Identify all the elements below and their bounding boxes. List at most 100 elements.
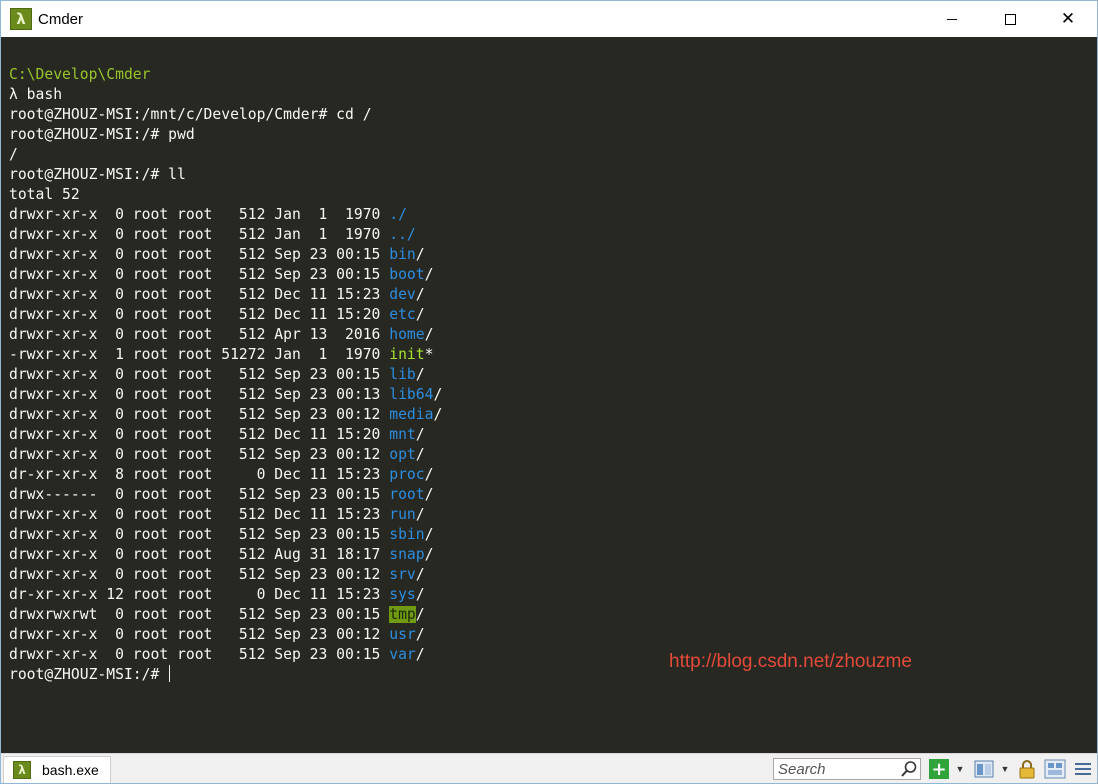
terminal-text: / xyxy=(424,526,434,543)
split-graphic xyxy=(974,760,994,778)
terminal-text: root@ZHOUZ-MSI:/# pwd xyxy=(9,126,195,143)
terminal-text: / xyxy=(415,286,425,303)
terminal-text: tmp xyxy=(389,606,416,623)
terminal-text: drwxr-xr-x 0 root root 512 Sep 23 00:12 xyxy=(9,406,390,423)
terminal-text: C:\Develop\Cmder xyxy=(9,66,151,83)
terminal-line: root@ZHOUZ-MSI:/# pwd xyxy=(9,125,442,145)
terminal-line: drwxr-xr-x 0 root root 512 Dec 11 15:20 … xyxy=(9,305,442,325)
terminal-text: snap xyxy=(389,546,425,563)
terminal-line: drwxr-xr-x 0 root root 512 Dec 11 15:23 … xyxy=(9,285,442,305)
terminal-line: drwxr-xr-x 0 root root 512 Sep 23 00:12 … xyxy=(9,625,442,645)
terminal-line: drwxr-xr-x 0 root root 512 Sep 23 00:12 … xyxy=(9,405,442,425)
terminal-text: dr-xr-xr-x 8 root root 0 Dec 11 15:23 xyxy=(9,466,390,483)
terminal-output[interactable]: C:\Develop\Cmder λ bash root@ZHOUZ-MSI:/mn… xyxy=(1,37,1097,753)
add-console-dropdown-icon[interactable]: ▼ xyxy=(951,759,969,779)
terminal-text: proc xyxy=(389,466,425,483)
terminal-text: ../ xyxy=(389,226,416,243)
terminal-text: / xyxy=(424,486,434,503)
terminal-text: / xyxy=(415,566,425,583)
terminal-text: root@ZHOUZ-MSI:/mnt/c/Develop/Cmder# cd … xyxy=(9,106,372,123)
terminal-text: sbin xyxy=(389,526,425,543)
minimize-button[interactable] xyxy=(923,1,981,37)
close-button[interactable]: ✕ xyxy=(1039,1,1097,37)
add-console-icon[interactable]: + xyxy=(929,759,949,780)
terminal-text: drwxr-xr-x 0 root root 512 Sep 23 00:15 xyxy=(9,366,390,383)
terminal-text: media xyxy=(389,406,434,423)
menu-icon[interactable] xyxy=(1072,759,1094,779)
minimize-icon xyxy=(947,18,957,20)
terminal-text: / xyxy=(415,246,425,263)
terminal-text: drwxr-xr-x 0 root root 512 Apr 13 2016 xyxy=(9,326,390,343)
terminal-text: / xyxy=(415,366,425,383)
terminal-text: boot xyxy=(389,266,425,283)
terminal-line: drwxr-xr-x 0 root root 512 Jan 1 1970 ..… xyxy=(9,225,442,245)
terminal-text: drwxr-xr-x 0 root root 512 Sep 23 00:15 xyxy=(9,526,390,543)
text-cursor xyxy=(169,665,171,682)
terminal-text: sys xyxy=(389,586,416,603)
terminal-text: / xyxy=(415,626,425,643)
split-icon[interactable] xyxy=(973,759,995,779)
search-input[interactable] xyxy=(774,760,896,778)
terminal-text: / xyxy=(415,306,425,323)
lambda-icon: λ xyxy=(13,761,31,779)
terminal-text: drwxr-xr-x 0 root root 512 Sep 23 00:13 xyxy=(9,386,390,403)
terminal-text: root@ZHOUZ-MSI:/# ll xyxy=(9,166,186,183)
maximize-icon xyxy=(1004,13,1016,25)
terminal-text: / xyxy=(9,146,18,163)
terminal-line: drwxr-xr-x 0 root root 512 Apr 13 2016 h… xyxy=(9,325,442,345)
terminal-text: lib xyxy=(389,366,416,383)
window-mode-icon[interactable] xyxy=(1043,759,1067,779)
terminal-line: -rwxr-xr-x 1 root root 51272 Jan 1 1970 … xyxy=(9,345,442,365)
terminal-text: drwxrwxrwt 0 root root 512 Sep 23 00:15 xyxy=(9,606,390,623)
terminal-text: root xyxy=(389,486,425,503)
terminal-text: bin xyxy=(389,246,416,263)
lambda-icon: λ xyxy=(10,8,32,30)
terminal-line: root@ZHOUZ-MSI:/# ll xyxy=(9,165,442,185)
terminal-text: usr xyxy=(389,626,416,643)
terminal-text: drwxr-xr-x 0 root root 512 Sep 23 00:12 xyxy=(9,446,390,463)
terminal-text: drwx------ 0 root root 512 Sep 23 00:15 xyxy=(9,486,390,503)
terminal-text: init xyxy=(389,346,425,363)
terminal-text: var xyxy=(389,646,416,663)
terminal-line: dr-xr-xr-x 8 root root 0 Dec 11 15:23 pr… xyxy=(9,465,442,485)
terminal-line: drwxr-xr-x 0 root root 512 Sep 23 00:15 … xyxy=(9,645,442,665)
terminal-line: C:\Develop\Cmder xyxy=(9,65,442,85)
terminal-text: drwxr-xr-x 0 root root 512 Sep 23 00:15 xyxy=(9,266,390,283)
terminal-text: / xyxy=(415,446,425,463)
terminal-text: / xyxy=(424,266,434,283)
title-bar[interactable]: λ Cmder ✕ xyxy=(1,1,1097,37)
terminal-line: root@ZHOUZ-MSI:/mnt/c/Develop/Cmder# cd … xyxy=(9,105,442,125)
terminal-line: total 52 xyxy=(9,185,442,205)
terminal-line: root@ZHOUZ-MSI:/# xyxy=(9,665,442,685)
lock-icon[interactable] xyxy=(1017,759,1037,779)
terminal-text: / xyxy=(415,586,425,603)
close-icon: ✕ xyxy=(1060,8,1076,29)
split-dropdown-icon[interactable]: ▼ xyxy=(997,759,1013,779)
console-tab[interactable]: λ bash.exe xyxy=(3,756,111,783)
terminal-line: drwxr-xr-x 0 root root 512 Sep 23 00:12 … xyxy=(9,445,442,465)
terminal-text: / xyxy=(433,386,443,403)
terminal-text: drwxr-xr-x 0 root root 512 Sep 23 00:15 xyxy=(9,246,390,263)
search-box xyxy=(773,758,921,780)
terminal-text: run xyxy=(389,506,416,523)
terminal-text: / xyxy=(424,326,434,343)
search-icon[interactable] xyxy=(900,760,918,778)
terminal-text: / xyxy=(415,426,425,443)
terminal-text: * xyxy=(424,346,434,363)
terminal-text: lib64 xyxy=(389,386,434,403)
terminal-text: etc xyxy=(389,306,416,323)
terminal-line: drwx------ 0 root root 512 Sep 23 00:15 … xyxy=(9,485,442,505)
terminal-text: drwxr-xr-x 0 root root 512 Dec 11 15:23 xyxy=(9,506,390,523)
terminal-text: dev xyxy=(389,286,416,303)
terminal-text: drwxr-xr-x 0 root root 512 Sep 23 00:15 xyxy=(9,646,390,663)
terminal-text: / xyxy=(424,466,434,483)
terminal-line: drwxr-xr-x 0 root root 512 Dec 11 15:20 … xyxy=(9,425,442,445)
terminal-text: drwxr-xr-x 0 root root 512 Dec 11 15:20 xyxy=(9,306,390,323)
terminal-text: / xyxy=(424,546,434,563)
terminal-text: / xyxy=(415,506,425,523)
terminal-line: drwxr-xr-x 0 root root 512 Sep 23 00:15 … xyxy=(9,245,442,265)
console-tab-label: bash.exe xyxy=(42,762,99,778)
maximize-button[interactable] xyxy=(981,1,1039,37)
terminal-text: / xyxy=(415,646,425,663)
terminal-line: dr-xr-xr-x 12 root root 0 Dec 11 15:23 s… xyxy=(9,585,442,605)
